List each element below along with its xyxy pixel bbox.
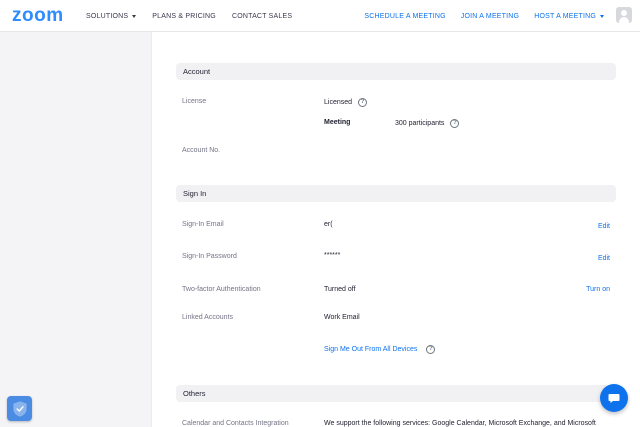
linked-accounts-value: Work Email: [324, 314, 360, 321]
avatar-body: [619, 17, 629, 23]
calendar-integration-value: We support the following services: Googl…: [324, 420, 596, 427]
linked-accounts-label: Linked Accounts: [182, 314, 233, 321]
meeting-value-text: 300 participants: [395, 120, 445, 127]
nav-plans-pricing[interactable]: PLANS & PRICING: [152, 13, 216, 20]
nav-plans-label: PLANS & PRICING: [152, 12, 216, 20]
help-circle-icon[interactable]: ?: [450, 119, 460, 128]
signin-password-value: ******: [324, 252, 341, 259]
profile-main-content: Account License Licensed ? Meeting 300 p…: [152, 32, 640, 427]
nav-left-group: SOLUTIONS PLANS & PRICING CONTACT SALES: [86, 0, 292, 32]
nav-contact-sales[interactable]: CONTACT SALES: [232, 13, 292, 20]
license-label: License: [182, 98, 207, 105]
shield-check-icon[interactable]: [7, 396, 32, 421]
section-header-signin: Sign In: [176, 185, 616, 202]
chat-bubble-icon[interactable]: [600, 384, 628, 412]
nav-host-meeting[interactable]: HOST A MEETING: [534, 13, 604, 20]
signin-email-label: Sign-In Email: [182, 221, 224, 228]
left-sidebar: [0, 32, 152, 427]
zoom-logo[interactable]: zoom: [12, 6, 64, 26]
chevron-down-icon: [600, 14, 604, 18]
signin-email-value: er(: [324, 221, 333, 228]
meeting-label: Meeting: [324, 119, 350, 126]
meeting-label-text: Meeting: [324, 119, 351, 126]
two-factor-label: Two-factor Authentication: [182, 286, 261, 293]
help-circle-icon[interactable]: ?: [426, 345, 436, 354]
nav-solutions-label: SOLUTIONS: [86, 12, 129, 20]
section-header-account: Account: [176, 63, 616, 80]
license-value-text: Licensed: [324, 99, 353, 106]
turn-on-2fa-button[interactable]: Turn on: [586, 286, 610, 293]
signin-password-label: Sign-In Password: [182, 253, 237, 260]
edit-email-button[interactable]: Edit: [598, 223, 610, 230]
nav-join-meeting[interactable]: JOIN A MEETING: [461, 13, 519, 20]
account-no-label: Account No.: [182, 147, 221, 154]
license-value: Licensed ?: [324, 98, 368, 107]
help-circle-icon[interactable]: ?: [358, 98, 368, 107]
nav-host-label: HOST A MEETING: [534, 12, 596, 20]
nav-schedule-label: SCHEDULE A MEETING: [364, 12, 446, 20]
calendar-integration-label: Calendar and Contacts Integration: [182, 420, 289, 427]
nav-join-label: JOIN A MEETING: [460, 12, 520, 20]
signout-all-devices-link[interactable]: Sign Me Out From All Devices: [324, 346, 417, 353]
signin-email-text: er(: [324, 221, 333, 228]
nav-right-group: SCHEDULE A MEETING JOIN A MEETING HOST A…: [364, 0, 604, 32]
edit-password-button[interactable]: Edit: [598, 255, 610, 262]
nav-schedule-meeting[interactable]: SCHEDULE A MEETING: [364, 13, 445, 20]
section-header-others: Others: [176, 385, 616, 402]
signout-all-devices-row: Sign Me Out From All Devices ?: [324, 345, 436, 354]
meeting-value: 300 participants ?: [395, 119, 460, 128]
user-avatar-icon[interactable]: [616, 7, 632, 23]
top-navigation-bar: zoom SOLUTIONS PLANS & PRICING CONTACT S…: [0, 0, 640, 32]
chevron-down-icon: [132, 14, 137, 18]
nav-contact-label: CONTACT SALES: [231, 12, 293, 20]
avatar-head: [621, 10, 627, 16]
two-factor-value: Turned off: [324, 286, 356, 293]
nav-solutions[interactable]: SOLUTIONS: [86, 12, 137, 20]
